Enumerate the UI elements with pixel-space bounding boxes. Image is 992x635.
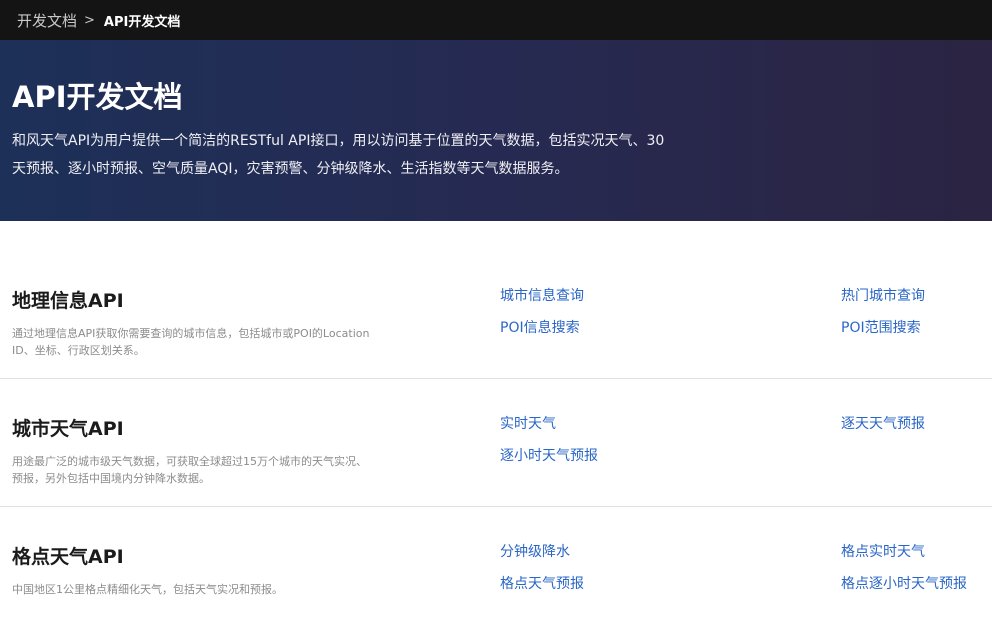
breadcrumb-root-link[interactable]: 开发文档 xyxy=(17,10,77,31)
link-grid-weather-now[interactable]: 格点实时天气 xyxy=(841,541,925,561)
section-description: 通过地理信息API获取你需要查询的城市信息，包括城市或POI的Location … xyxy=(12,327,370,357)
link-city-lookup[interactable]: 城市信息查询 xyxy=(500,285,584,305)
link-grid-hourly-forecast[interactable]: 格点逐小时天气预报 xyxy=(841,573,967,593)
section-geo-api: 地理信息API 通过地理信息API获取你需要查询的城市信息，包括城市或POI的L… xyxy=(0,251,992,379)
link-daily-forecast[interactable]: 逐天天气预报 xyxy=(841,413,925,433)
section-title: 格点天气API xyxy=(12,546,124,568)
section-description: 用途最广泛的城市级天气数据，可获取全球超过15万个城市的天气实况、预报，另外包括… xyxy=(12,455,367,485)
breadcrumb-current: API开发文档 xyxy=(103,14,181,30)
link-hourly-forecast[interactable]: 逐小时天气预报 xyxy=(500,445,598,465)
section-description: 中国地区1公里格点精细化天气，包括天气实况和预报。 xyxy=(12,583,283,596)
section-title: 城市天气API xyxy=(12,418,124,440)
hero-banner: API开发文档 和风天气API为用户提供一个简洁的RESTful API接口，用… xyxy=(0,40,992,221)
section-city-weather-api: 城市天气API 用途最广泛的城市级天气数据，可获取全球超过15万个城市的天气实况… xyxy=(0,379,992,507)
link-minutely-precip[interactable]: 分钟级降水 xyxy=(500,541,570,561)
page-title: API开发文档 xyxy=(12,80,183,114)
link-top-city[interactable]: 热门城市查询 xyxy=(841,285,925,305)
link-grid-forecast[interactable]: 格点天气预报 xyxy=(500,573,584,593)
link-poi-lookup[interactable]: POI信息搜索 xyxy=(500,317,580,337)
page-description: 和风天气API为用户提供一个简洁的RESTful API接口，用以访问基于位置的… xyxy=(12,133,665,177)
link-poi-range[interactable]: POI范围搜索 xyxy=(841,317,921,337)
link-weather-now[interactable]: 实时天气 xyxy=(500,413,556,433)
breadcrumb-separator: > xyxy=(84,12,95,28)
top-navbar: 开发文档 > API开发文档 xyxy=(0,0,992,40)
section-grid-weather-api: 格点天气API 中国地区1公里格点精细化天气，包括天气实况和预报。 分钟级降水 … xyxy=(0,507,992,635)
section-title: 地理信息API xyxy=(12,290,124,312)
